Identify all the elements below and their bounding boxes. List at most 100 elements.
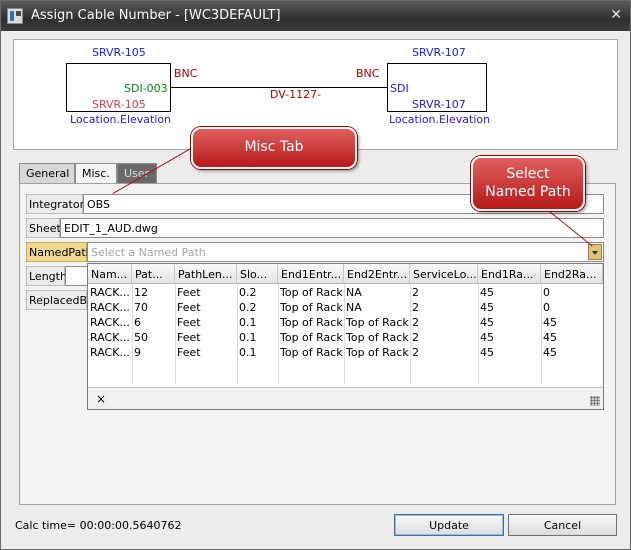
column-header[interactable]: Slo...	[237, 264, 278, 284]
cell: 0.1	[239, 331, 257, 344]
column-header[interactable]: End2Ra...	[541, 264, 603, 284]
named-path-callout-line2: Named Path	[485, 184, 571, 200]
cell: 2	[412, 286, 419, 299]
left-location-label: Location.Elevation	[70, 113, 172, 126]
column-header[interactable]: Nam...	[88, 264, 132, 284]
cell: Top of Rack	[346, 316, 409, 329]
table-row[interactable]: RACK... 70 Feet 0.2 Top of Rack NA 2 45 …	[88, 300, 603, 315]
cell: Top of Rack	[280, 346, 343, 359]
cell: 2	[412, 331, 419, 344]
table-row[interactable]: RACK... 6 Feet 0.1 Top of Rack Top of Ra…	[88, 315, 603, 330]
misc-tab-callout: Misc Tab	[191, 127, 357, 169]
left-port-label: SDI-003	[124, 82, 168, 95]
cell: 45	[480, 331, 494, 344]
left-device-label: SRVR-105	[92, 46, 146, 59]
named-path-callout: Select Named Path	[471, 156, 585, 211]
cell: Top of Rack	[346, 346, 409, 359]
cell: 45	[480, 346, 494, 359]
cell: 12	[134, 286, 148, 299]
cell: Top of Rack	[280, 331, 343, 344]
dialog-window: Assign Cable Number - [WC3DEFAULT] ✕ SRV…	[0, 0, 631, 550]
resize-grip-icon[interactable]	[590, 396, 600, 406]
column-header[interactable]: End1Entr...	[278, 264, 344, 284]
close-icon[interactable]: ×	[96, 392, 106, 406]
cell: RACK...	[90, 331, 130, 344]
cable-number-label: DV-1127-	[270, 88, 322, 101]
cell: RACK...	[90, 346, 130, 359]
cell: RACK...	[90, 301, 130, 314]
left-connector-label: BNC	[174, 67, 198, 80]
cell: 0	[543, 286, 550, 299]
cell: 6	[134, 316, 141, 329]
cell: 45	[543, 346, 557, 359]
cell: 0.1	[239, 346, 257, 359]
cell: 50	[134, 331, 148, 344]
grid-header: Nam... Pat... PathLen... Slo... End1Entr…	[88, 264, 603, 284]
update-button[interactable]: Update	[394, 514, 504, 536]
table-row[interactable]: RACK... 50 Feet 0.1 Top of Rack Top of R…	[88, 330, 603, 345]
cancel-button[interactable]: Cancel	[508, 514, 617, 536]
column-header[interactable]: PathLen...	[175, 264, 237, 284]
tab-misc[interactable]: Misc.	[75, 163, 117, 184]
named-path-grid[interactable]: Nam... Pat... PathLen... Slo... End1Entr…	[87, 263, 604, 410]
cell: 45	[480, 301, 494, 314]
cell: 45	[543, 316, 557, 329]
cell: 0.2	[239, 286, 257, 299]
cell: 2	[412, 301, 419, 314]
cell: Top of Rack	[280, 286, 343, 299]
cell: 9	[134, 346, 141, 359]
right-name-label: SRVR-107	[412, 98, 466, 111]
chevron-down-icon[interactable]	[588, 244, 602, 260]
right-connector-label: BNC	[356, 67, 380, 80]
app-icon	[7, 8, 23, 24]
cell: Top of Rack	[280, 301, 343, 314]
cell: 2	[412, 346, 419, 359]
table-row[interactable]: RACK... 9 Feet 0.1 Top of Rack Top of Ra…	[88, 345, 603, 360]
left-name-label: SRVR-105	[92, 98, 146, 111]
cell: 45	[480, 286, 494, 299]
grid-footer: ×	[88, 387, 603, 409]
length-label: Length	[26, 266, 67, 286]
cell: Top of Rack	[280, 316, 343, 329]
cell: 45	[480, 316, 494, 329]
cell: Top of Rack	[346, 331, 409, 344]
sheet-label: Sheet	[26, 218, 61, 238]
cell: RACK...	[90, 286, 130, 299]
right-location-label: Location.Elevation	[389, 113, 491, 126]
length-field[interactable]	[65, 266, 89, 286]
cell: Feet	[177, 331, 201, 344]
namedpath-placeholder: Select a Named Path	[91, 246, 206, 259]
cell: 2	[412, 316, 419, 329]
column-header[interactable]: End1Ra...	[478, 264, 541, 284]
cell: Feet	[177, 316, 201, 329]
misc-callout-text: Misc Tab	[244, 139, 304, 155]
cell: Feet	[177, 286, 201, 299]
calc-time-status: Calc time= 00:00:00.5640762	[15, 519, 182, 532]
cell: NA	[346, 301, 362, 314]
cell: 45	[543, 331, 557, 344]
cell: NA	[346, 286, 362, 299]
cell: Feet	[177, 346, 201, 359]
named-path-callout-line1: Select	[506, 166, 550, 182]
cell: 70	[134, 301, 148, 314]
cell: Feet	[177, 301, 201, 314]
tab-general[interactable]: General	[19, 163, 75, 183]
close-icon[interactable]: ✕	[610, 7, 622, 23]
table-row[interactable]: RACK... 12 Feet 0.2 Top of Rack NA 2 45 …	[88, 285, 603, 300]
column-header[interactable]: End2Entr...	[344, 264, 410, 284]
sheet-field[interactable]: EDIT_1_AUD.dwg	[60, 218, 604, 238]
replacedby-label: ReplacedBY	[26, 290, 93, 310]
namedpath-dropdown[interactable]: Select a Named Path	[87, 242, 604, 262]
title-bar[interactable]: Assign Cable Number - [WC3DEFAULT] ✕	[1, 1, 630, 31]
cell: 0.2	[239, 301, 257, 314]
column-header[interactable]: Pat...	[132, 264, 175, 284]
namedpath-label: NamedPath	[26, 242, 93, 262]
column-header[interactable]: ServiceLo...	[410, 264, 478, 284]
cell: RACK...	[90, 316, 130, 329]
right-port-label: SDI	[390, 82, 409, 95]
window-title: Assign Cable Number - [WC3DEFAULT]	[31, 8, 281, 23]
cell: 0	[543, 301, 550, 314]
cell: 0.1	[239, 316, 257, 329]
integrator-label: Integrator	[26, 194, 84, 214]
right-device-label: SRVR-107	[412, 46, 466, 59]
